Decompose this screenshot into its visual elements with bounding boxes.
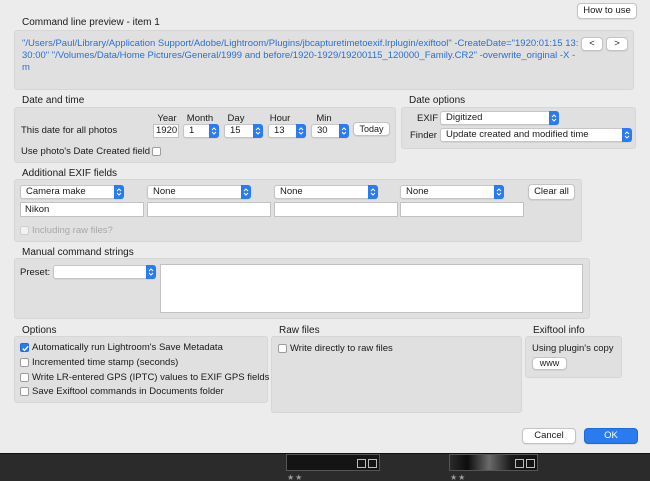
thumbnail-rating: ★★ [287, 473, 304, 481]
preset-label: Preset: [20, 267, 51, 278]
date-time-title: Date and time [22, 95, 85, 106]
chevron-updown-icon [549, 111, 559, 125]
write-raw-label: Write directly to raw files [290, 343, 393, 354]
save-commands-label: Save Exiftool commands in Documents fold… [32, 386, 224, 397]
exif-field-select-4-value: None [406, 186, 429, 197]
badge-icon [526, 459, 535, 468]
thumbnail-rating: ★★ [450, 473, 467, 481]
year-header: Year [157, 113, 177, 124]
exif-date-select[interactable]: Digitized [440, 111, 559, 125]
hour-header: Hour [269, 113, 291, 124]
including-raw-checkbox[interactable] [20, 226, 29, 235]
raw-files-title: Raw files [279, 325, 320, 336]
www-button[interactable]: www [532, 357, 567, 370]
incremented-timestamp-label: Incremented time stamp (seconds) [32, 357, 179, 368]
filmstrip-thumbnail[interactable] [449, 454, 538, 471]
filmstrip: ★★ ★★ [0, 453, 650, 481]
month-header: Month [186, 113, 214, 124]
chevron-updown-icon [296, 124, 306, 138]
preset-select[interactable] [53, 265, 156, 279]
gps-write-label: Write LR-entered GPS (IPTC) values to EX… [32, 372, 270, 383]
finder-label: Finder [410, 130, 437, 141]
exif-value-field-2[interactable] [147, 202, 271, 217]
filmstrip-thumbnail[interactable] [286, 454, 380, 471]
month-select[interactable]: 1 [183, 124, 219, 138]
chevron-updown-icon [253, 124, 263, 138]
exif-field-select-2-value: None [153, 186, 176, 197]
badge-icon [515, 459, 524, 468]
including-raw-label: Including raw files? [32, 225, 113, 236]
exiftool-dialog: How to use Command line preview - item 1… [0, 0, 650, 453]
chevron-updown-icon [241, 185, 251, 199]
chevron-updown-icon [209, 124, 219, 138]
chevron-updown-icon [494, 185, 504, 199]
preview-title: Command line preview - item 1 [22, 17, 160, 28]
use-created-label: Use photo's Date Created field [21, 146, 151, 157]
chevron-updown-icon [339, 124, 349, 138]
preview-command: "/Users/Paul/Library/Application Support… [22, 38, 579, 73]
plugin-copy-label: Using plugin's copy [532, 343, 614, 354]
checkmark-icon [22, 345, 29, 352]
cancel-button[interactable]: Cancel [522, 428, 576, 444]
day-header: Day [227, 113, 245, 124]
today-button[interactable]: Today [353, 122, 390, 136]
save-metadata-label: Automatically run Lightroom's Save Metad… [32, 342, 223, 353]
manual-title: Manual command strings [22, 247, 134, 258]
how-to-use-button[interactable]: How to use [577, 3, 637, 19]
use-created-checkbox[interactable] [152, 147, 161, 156]
badge-icon [357, 459, 366, 468]
ok-button[interactable]: OK [584, 428, 638, 444]
badge-icon [368, 459, 377, 468]
incremented-timestamp-checkbox[interactable] [20, 358, 29, 367]
exif-field-select-1-value: Camera make [26, 186, 86, 197]
day-select[interactable]: 15 [224, 124, 263, 138]
manual-command-textarea[interactable] [160, 264, 583, 313]
prev-item-button[interactable]: < [581, 37, 603, 51]
finder-value: Update created and modified time [446, 129, 589, 140]
save-metadata-checkbox[interactable] [20, 343, 29, 352]
exif-field-select-3-value: None [280, 186, 303, 197]
exif-date-value: Digitized [446, 112, 483, 123]
exif-value-field-1[interactable]: Nikon [20, 202, 144, 217]
gps-write-checkbox[interactable] [20, 373, 29, 382]
next-item-button[interactable]: > [606, 37, 628, 51]
exif-field-select-4[interactable]: None [400, 185, 504, 199]
min-value: 30 [317, 125, 328, 136]
exif-value-field-3[interactable] [274, 202, 398, 217]
exif-field-select-3[interactable]: None [274, 185, 378, 199]
exif-fields-title: Additional EXIF fields [22, 168, 118, 179]
chevron-updown-icon [146, 265, 156, 279]
exif-field-select-1[interactable]: Camera make [20, 185, 124, 199]
month-value: 1 [189, 125, 195, 136]
exif-field-select-2[interactable]: None [147, 185, 251, 199]
exiftool-info-title: Exiftool info [533, 325, 585, 336]
min-header: Min [316, 113, 332, 124]
date-options-title: Date options [409, 95, 466, 106]
hour-select[interactable]: 13 [268, 124, 306, 138]
hour-value: 13 [274, 125, 285, 136]
chevron-updown-icon [114, 185, 124, 199]
exif-value-field-4[interactable] [400, 202, 524, 217]
write-raw-checkbox[interactable] [278, 344, 287, 353]
save-commands-checkbox[interactable] [20, 387, 29, 396]
chevron-updown-icon [622, 128, 632, 142]
finder-select[interactable]: Update created and modified time [440, 128, 632, 142]
all-photos-label: This date for all photos [21, 125, 118, 136]
options-title: Options [22, 325, 57, 336]
day-value: 15 [230, 125, 241, 136]
min-select[interactable]: 30 [311, 124, 349, 138]
chevron-updown-icon [368, 185, 378, 199]
year-field[interactable]: 1920 [153, 124, 179, 138]
clear-all-button[interactable]: Clear all [528, 184, 575, 200]
exif-label: EXIF [417, 113, 439, 124]
